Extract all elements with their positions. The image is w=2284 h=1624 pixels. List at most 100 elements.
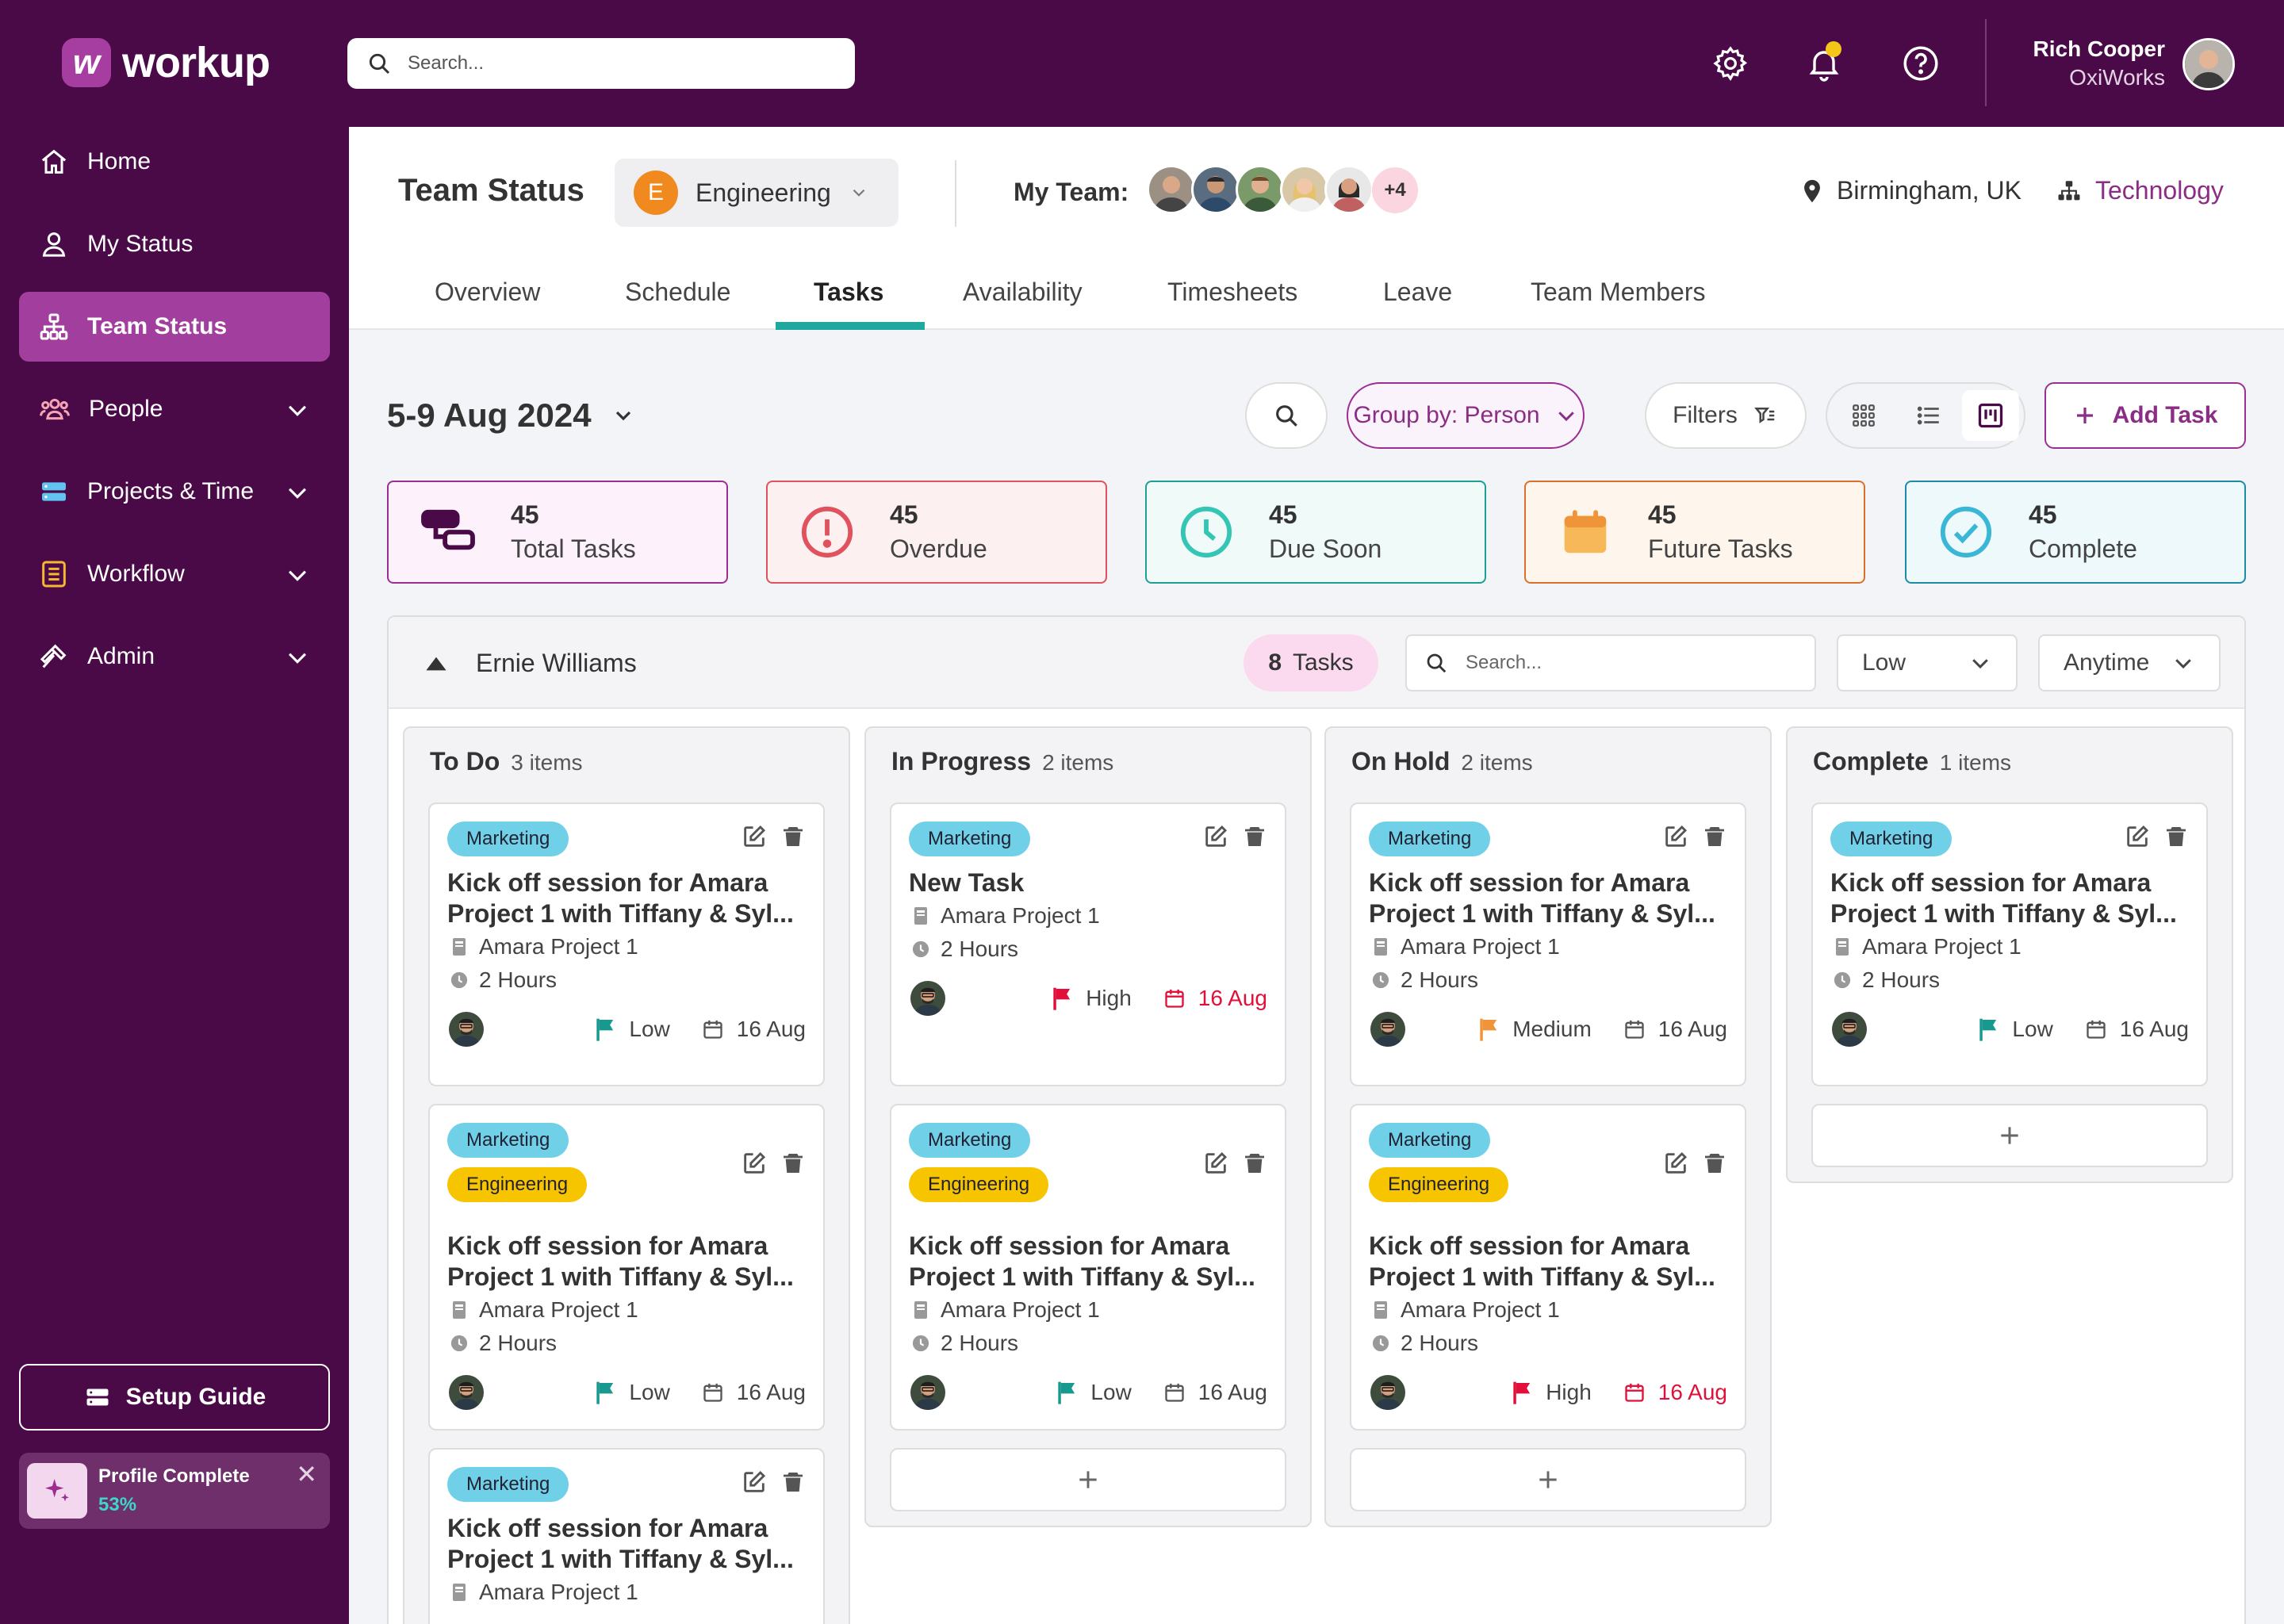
task-card[interactable]: Marketing New Task Amara Project 1 2 Hours H…	[890, 802, 1286, 1086]
edit-icon[interactable]	[741, 1469, 768, 1496]
task-meta-right: Low 16 Aug	[594, 1017, 806, 1042]
user-info[interactable]: Rich Cooper OxiWorks	[2033, 36, 2165, 90]
person-group-toggle[interactable]: Ernie Williams	[425, 649, 637, 678]
search-icon	[1427, 653, 1447, 673]
edit-icon[interactable]	[1662, 823, 1689, 850]
tab-leave[interactable]: Leave	[1383, 278, 1452, 307]
stat-due-soon[interactable]: 45 Due Soon	[1145, 481, 1486, 584]
tasks-icon	[421, 509, 475, 550]
notifications-button[interactable]	[1799, 38, 1849, 89]
sidebar-item-my-status[interactable]: My Status	[19, 209, 330, 279]
user-avatar[interactable]	[2182, 38, 2235, 90]
sidebar-item-workflow[interactable]: Workflow	[19, 539, 330, 609]
trash-icon[interactable]	[1242, 823, 1267, 850]
assignee-avatar[interactable]	[447, 1373, 485, 1411]
sidebar-item-people[interactable]: People	[19, 374, 330, 444]
project-name: Amara Project 1	[1862, 934, 2021, 959]
duration-value: 2 Hours	[941, 1331, 1019, 1355]
assignee-avatar[interactable]	[909, 1373, 947, 1411]
tab-schedule[interactable]: Schedule	[625, 278, 730, 307]
profile-complete-card[interactable]: Profile Complete 53% ✕	[19, 1453, 330, 1529]
sidebar-item-admin[interactable]: Admin	[19, 622, 330, 691]
assignee-avatar[interactable]	[447, 1010, 485, 1048]
calendar-icon	[703, 1020, 722, 1039]
add-task-button[interactable]: Add Task	[2044, 382, 2246, 449]
edit-icon[interactable]	[2124, 823, 2151, 850]
tab-availability[interactable]: Availability	[963, 278, 1083, 307]
edit-icon[interactable]	[1202, 1150, 1229, 1177]
board-search-input[interactable]: Search...	[1405, 634, 1816, 691]
stat-overdue[interactable]: 45 Overdue	[766, 481, 1107, 584]
group-by-select[interactable]: Group by: Person	[1347, 382, 1585, 449]
column-count: 2 items	[1042, 750, 1114, 775]
grid-view-button[interactable]	[1835, 390, 1892, 441]
tab-overview[interactable]: Overview	[435, 278, 540, 307]
list-view-button[interactable]	[1900, 390, 1957, 441]
trash-icon[interactable]	[1702, 823, 1727, 850]
global-search-input[interactable]: Search...	[347, 38, 855, 89]
trash-icon[interactable]	[1702, 1150, 1727, 1177]
team-member-avatar[interactable]	[1280, 165, 1329, 214]
sidebar-item-team-status[interactable]: Team Status	[19, 292, 330, 362]
assignee-avatar[interactable]	[909, 979, 947, 1017]
setup-guide-button[interactable]: Setup Guide	[19, 1364, 330, 1431]
trash-icon[interactable]	[780, 1150, 806, 1177]
app-logo[interactable]: w workup	[62, 38, 270, 87]
assignee-avatar[interactable]	[1369, 1373, 1407, 1411]
trash-icon[interactable]	[780, 1469, 806, 1496]
team-more-count[interactable]: +4	[1372, 167, 1418, 213]
column-name: On Hold	[1351, 747, 1450, 776]
tab-timesheets[interactable]: Timesheets	[1167, 278, 1297, 307]
team-member-avatar[interactable]	[1324, 165, 1374, 214]
team-member-avatar[interactable]	[1236, 165, 1285, 214]
task-count-label: Tasks	[1293, 649, 1354, 676]
tab-tasks[interactable]: Tasks	[814, 278, 883, 307]
priority-filter-select[interactable]: Low	[1837, 634, 2018, 691]
trash-icon[interactable]	[1242, 1150, 1267, 1177]
column-title: Complete 1 items	[1813, 747, 2011, 776]
trash-icon[interactable]	[2163, 823, 2189, 850]
priority-label: Low	[629, 1017, 670, 1041]
stat-future-tasks[interactable]: 45 Future Tasks	[1524, 481, 1865, 584]
stat-complete[interactable]: 45 Complete	[1905, 481, 2246, 584]
add-card-button[interactable]	[890, 1448, 1286, 1511]
assignee-avatar[interactable]	[1369, 1010, 1407, 1048]
tag-marketing: Marketing	[1369, 1123, 1491, 1158]
trash-icon[interactable]	[780, 823, 806, 850]
sidebar-item-home[interactable]: Home	[19, 127, 330, 197]
stat-total-tasks[interactable]: 45 Total Tasks	[387, 481, 728, 584]
edit-icon[interactable]	[1202, 823, 1229, 850]
tag-marketing: Marketing	[909, 822, 1031, 856]
task-card[interactable]: Marketing Engineering Kick off session for…	[428, 1104, 825, 1431]
edit-icon[interactable]	[741, 1150, 768, 1177]
filters-button[interactable]: Filters	[1645, 382, 1807, 449]
edit-icon[interactable]	[1662, 1150, 1689, 1177]
board-view-button[interactable]	[1962, 390, 2019, 441]
edit-icon[interactable]	[741, 823, 768, 850]
group-by-label: Group by: Person	[1353, 402, 1540, 428]
task-card[interactable]: Marketing Kick off session for Amara Proj…	[1350, 802, 1746, 1086]
task-card[interactable]: Marketing Kick off session for Amara Proj…	[1811, 802, 2208, 1086]
date-range-select[interactable]: 5-9 Aug 2024	[387, 396, 636, 435]
close-icon[interactable]: ✕	[296, 1459, 317, 1489]
sidebar-item-projects-time[interactable]: Projects & Time	[19, 457, 330, 527]
task-card[interactable]: Marketing Engineering Kick off session for…	[1350, 1104, 1746, 1431]
task-card[interactable]: Marketing Kick off session for Amara Proj…	[428, 802, 825, 1086]
tab-team-members[interactable]: Team Members	[1531, 278, 1706, 307]
sector-link[interactable]: Technology	[2054, 176, 2224, 205]
time-filter-select[interactable]: Anytime	[2038, 634, 2221, 691]
task-card[interactable]: Marketing Engineering Kick off session for…	[890, 1104, 1286, 1431]
department-select[interactable]: E Engineering	[615, 159, 899, 227]
add-card-button[interactable]	[1350, 1448, 1746, 1511]
task-search-button[interactable]	[1245, 382, 1328, 449]
card-actions	[2124, 823, 2189, 850]
add-card-button[interactable]	[1811, 1104, 2208, 1167]
priority-label: Medium	[1512, 1017, 1592, 1041]
settings-button[interactable]	[1705, 38, 1756, 89]
assignee-avatar[interactable]	[1830, 1010, 1868, 1048]
task-card[interactable]: Marketing Kick off session for Amara Proj…	[428, 1448, 825, 1624]
team-member-avatar[interactable]	[1191, 165, 1240, 214]
help-button[interactable]	[1895, 38, 1946, 89]
home-icon	[41, 149, 67, 174]
team-member-avatar[interactable]	[1147, 165, 1196, 214]
